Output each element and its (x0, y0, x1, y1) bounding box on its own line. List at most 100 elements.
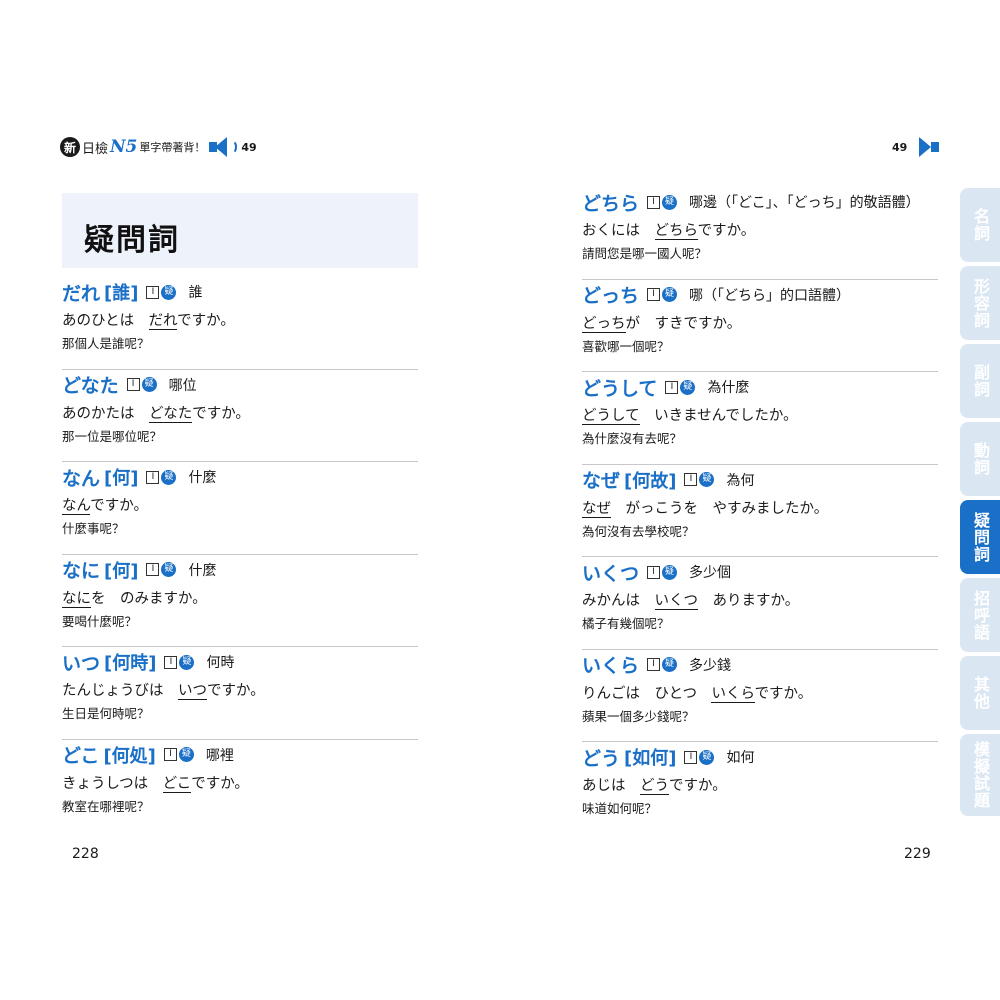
part-of-speech-badge: 疑 (699, 472, 715, 487)
meaning: 多少錢 (689, 657, 732, 674)
example-sentence: なんですか。 (62, 494, 418, 516)
speaker-icon[interactable] (911, 136, 941, 158)
chapter-tab[interactable]: 其他 (960, 656, 1000, 730)
example-text: ですか。 (191, 775, 249, 792)
book-header: 新 日檢 N5 單字帶著背！ 49 (60, 135, 257, 159)
meaning: 多少個 (689, 565, 732, 581)
meaning: 誰 (188, 285, 203, 301)
example-sentence: あじは どうですか。 (582, 774, 938, 796)
example-text: ですか。 (90, 498, 148, 514)
word-type-tag: I (163, 748, 177, 761)
example-translation: 橘子有幾個呢？ (582, 616, 670, 631)
word-type-tag: I (684, 473, 698, 486)
right-page: 49 どちら I 疑哪邊（「どこ」、「どっち」的敬語體） おくには どちらですか。 請問… (500, 0, 1000, 1000)
example-keyword: どちら (654, 223, 698, 240)
vocab-entry: どなた I 疑哪位 あのかたは どなたですか。 那一位是哪位呢？ (62, 370, 418, 462)
page-number-right: 229 (904, 846, 931, 862)
example-sentence: あのかたは どなたですか。 (62, 402, 418, 424)
chapter-tab-label: 模擬試題 (971, 741, 990, 809)
example-text: がっこうを やすみましたか。 (611, 500, 829, 517)
part-of-speech-badge: 疑 (141, 377, 157, 392)
example-text: あじは (582, 778, 640, 794)
example-text: ですか。 (754, 685, 813, 702)
headword: なん (62, 467, 101, 490)
chapter-tab[interactable]: 形容詞 (960, 266, 1000, 340)
example-sentence: どうして いきませんでしたか。 (582, 404, 938, 426)
entry-headword-row: どこ [何処] I 疑哪裡 (62, 742, 418, 768)
word-type-tag: I (647, 195, 661, 209)
meaning: 為何 (726, 472, 755, 489)
vocab-entry: どっち I 疑哪（「どちら」的口語體） どっちが すきですか。 喜歡哪一個呢？ (582, 280, 938, 372)
headword: いつ (62, 652, 101, 675)
chapter-tab[interactable]: 副詞 (960, 344, 1000, 418)
chapter-tab[interactable]: 疑問詞 (960, 500, 1000, 574)
example-keyword: なぜ (582, 500, 611, 518)
headword: だれ (62, 282, 101, 305)
example-text: おくには (582, 223, 655, 239)
headword: どちら (582, 192, 640, 215)
vocab-entry: どう [如何] I 疑如何 あじは どうですか。 味道如何呢？ (582, 742, 938, 835)
headword: どなた (62, 375, 119, 397)
example-text: が すきですか。 (625, 315, 742, 332)
entry-headword-row: どうして I 疑為什麼 (582, 374, 938, 400)
entry-headword-row: いくつ I 疑多少個 (582, 559, 938, 585)
part-of-speech-badge: 疑 (161, 284, 177, 300)
example-text: りんごは ひとつ (582, 685, 712, 702)
chapter-tab[interactable]: 名詞 (960, 188, 1000, 262)
page-number-left: 228 (72, 846, 99, 862)
example-text: ですか。 (192, 405, 250, 422)
chapter-tab[interactable]: 招呼語 (960, 578, 1000, 652)
left-entry-list: だれ [誰] I 疑誰あのひとは だれですか。 那個人是誰呢？ どなた I 疑哪位 あのかたは … (62, 277, 418, 832)
example-sentence: おくには どちらですか。 (582, 219, 938, 241)
chapter-tab[interactable]: 模擬試題 (960, 734, 1000, 816)
entry-headword-row: なぜ [何故] I 疑為何 (582, 467, 938, 493)
part-of-speech-badge: 疑 (178, 747, 194, 762)
example-keyword: どうして (582, 408, 640, 425)
example-text: ですか。 (177, 313, 235, 329)
part-of-speech-badge: 疑 (662, 657, 678, 672)
category-title: 疑問詞 (84, 223, 180, 258)
part-of-speech-badge: 疑 (161, 562, 177, 577)
meaning: 哪位 (168, 377, 197, 394)
headword: なに (62, 560, 101, 582)
vocab-entry: どちら I 疑哪邊（「どこ」、「どっち」的敬語體） おくには どちらですか。 請問您是哪… (582, 187, 938, 280)
example-translation: 要喝什麼呢？ (62, 613, 138, 629)
meaning: 什麼 (188, 562, 217, 579)
example-text: を のみますか。 (91, 590, 207, 607)
left-page: 新 日檢 N5 單字帶著背！ 49 疑問詞 だれ [誰] I 疑誰あのひとは だれです… (0, 0, 500, 1000)
example-sentence: なぜ がっこうを やすみましたか。 (582, 497, 938, 519)
example-text: ですか。 (207, 683, 265, 699)
word-type-tag: I (647, 658, 661, 671)
entry-headword-row: どなた I 疑哪位 (62, 372, 418, 398)
part-of-speech-badge: 疑 (699, 749, 715, 765)
chapter-tab-label: 疑問詞 (971, 511, 990, 563)
part-of-speech-badge: 疑 (680, 379, 696, 395)
entry-headword-row: なん [何] I 疑什麼 (62, 464, 418, 490)
book-header-right: 49 (892, 135, 943, 159)
example-keyword: どなた (149, 405, 193, 423)
example-sentence: なにを のみますか。 (62, 587, 418, 609)
meaning: 哪裡 (205, 747, 234, 764)
example-sentence: きょうしつは どこですか。 (62, 772, 418, 794)
chapter-tab[interactable]: 動詞 (960, 422, 1000, 496)
example-translation: 蘋果一個多少錢呢？ (582, 708, 695, 724)
word-type-tag: I (164, 655, 178, 669)
headword-kanji: [何処] (103, 745, 156, 767)
meaning: 如何 (726, 750, 755, 766)
headword-kanji: [誰] (104, 283, 139, 304)
speaker-icon[interactable] (209, 136, 239, 158)
headword-kanji: [何] (104, 468, 139, 489)
example-text: ですか。 (669, 778, 727, 794)
example-text: あのかたは (62, 405, 149, 422)
part-of-speech-badge: 疑 (662, 287, 678, 302)
part-of-speech-badge: 疑 (179, 654, 195, 670)
headword: いくら (582, 655, 640, 677)
example-text: たんじょうびは (62, 683, 178, 699)
example-translation: 生日是何時呢？ (62, 706, 150, 721)
series-name: 日檢 (82, 141, 109, 157)
entry-headword-row: なに [何] I 疑什麼 (62, 557, 418, 583)
entry-headword-row: だれ [誰] I 疑誰 (62, 279, 418, 305)
right-entry-list: どちら I 疑哪邊（「どこ」、「どっち」的敬語體） おくには どちらですか。 請問您是哪… (582, 187, 938, 835)
example-translation: 那個人是誰呢？ (62, 336, 150, 351)
example-text: いきませんでしたか。 (639, 408, 798, 424)
